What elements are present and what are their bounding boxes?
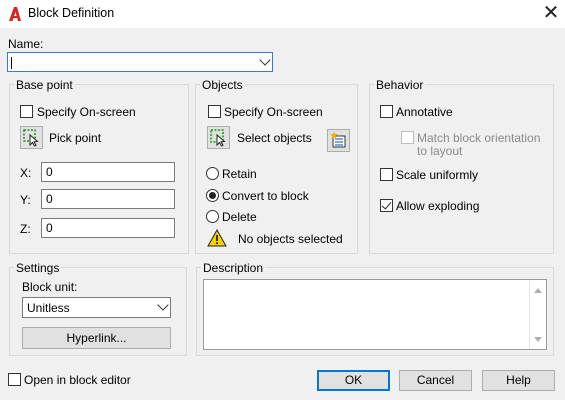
convert-to-block-radio[interactable] [206,189,219,202]
open-in-block-editor-checkbox[interactable] [8,373,21,386]
settings-title: Settings [14,261,62,275]
chevron-down-icon [157,299,169,311]
pick-point-label: Pick point [49,131,102,145]
allow-exploding-checkbox[interactable] [380,199,393,212]
z-label: Z: [20,222,31,236]
annotative-label: Annotative [396,105,453,119]
description-scrollbar[interactable] [529,280,546,349]
objects-title: Objects [200,78,245,92]
select-objects-icon [210,129,226,147]
behavior-title: Behavior [374,78,426,92]
scale-uniformly-checkbox[interactable] [380,168,393,181]
quick-select-button[interactable] [327,129,350,152]
description-title: Description [201,261,266,275]
retain-label: Retain [222,167,257,181]
match-orientation-label-1: Match block orientation [417,131,541,145]
description-textarea[interactable] [203,279,547,350]
cancel-button[interactable]: Cancel [399,370,472,391]
quick-select-icon [330,131,346,148]
warning-icon [207,229,227,247]
base-point-title: Base point [14,78,75,92]
z-input[interactable]: 0 [41,218,175,238]
objects-specify-onscreen-checkbox[interactable] [208,105,221,118]
hyperlink-button[interactable]: Hyperlink... [22,327,171,349]
help-button[interactable]: Help [482,370,555,391]
pick-point-icon [23,129,39,147]
window-title: Block Definition [28,6,115,20]
allow-exploding-label: Allow exploding [396,199,480,213]
base-specify-onscreen-checkbox[interactable] [20,105,33,118]
objects-specify-onscreen-label: Specify On-screen [224,105,323,119]
name-label: Name: [8,37,44,51]
match-orientation-label-2: to layout [417,144,463,158]
block-unit-label: Block unit: [22,280,78,294]
open-in-block-editor-label: Open in block editor [24,373,131,387]
pick-point-button[interactable] [20,126,43,149]
y-input[interactable]: 0 [41,189,175,209]
text-caret [11,57,12,69]
radio-selected-dot [209,192,216,199]
select-objects-label: Select objects [237,131,312,145]
match-orientation-checkbox[interactable] [401,131,414,144]
retain-radio[interactable] [206,167,219,180]
base-specify-onscreen-label: Specify On-screen [37,105,136,119]
autocad-a-icon [9,7,21,21]
x-input[interactable]: 0 [41,162,175,182]
y-label: Y: [20,193,31,207]
name-combobox[interactable] [7,52,273,72]
objects-status: No objects selected [238,232,343,246]
x-label: X: [20,166,32,180]
delete-radio[interactable] [206,210,219,223]
scroll-down-icon[interactable] [534,337,542,342]
convert-to-block-label: Convert to block [222,189,309,203]
scroll-up-icon[interactable] [534,288,542,293]
close-icon[interactable]: ✕ [540,2,562,24]
delete-label: Delete [222,210,257,224]
scale-uniformly-label: Scale uniformly [396,168,479,182]
block-unit-select[interactable]: Unitless [22,297,171,318]
select-objects-button[interactable] [207,126,230,149]
ok-button[interactable]: OK [317,370,390,391]
checkmark-icon [381,199,392,210]
annotative-checkbox[interactable] [380,105,393,118]
chevron-down-icon[interactable] [259,54,271,66]
block-unit-value: Unitless [27,301,70,315]
